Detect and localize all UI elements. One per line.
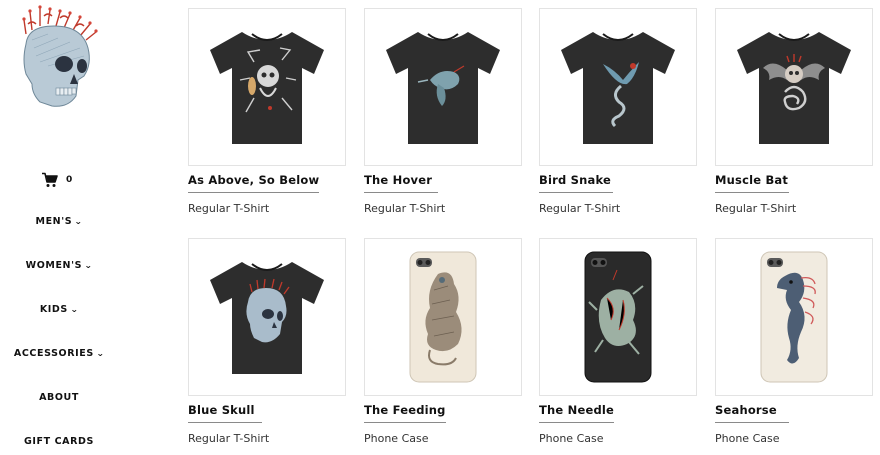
product-title[interactable]: The Feeding bbox=[364, 403, 446, 423]
product-title[interactable]: Seahorse bbox=[715, 403, 789, 423]
nav-label: WOMEN'S bbox=[25, 260, 83, 271]
nav-kids[interactable]: KIDS ⌄ bbox=[0, 304, 118, 315]
product-title[interactable]: Muscle Bat bbox=[715, 173, 789, 193]
product-title[interactable]: As Above, So Below bbox=[188, 173, 320, 193]
sidebar: 0 MEN'S ⌄ WOMEN'S ⌄ KIDS ⌄ ACCESSORIES ⌄… bbox=[0, 0, 150, 455]
product-type: Regular T-Shirt bbox=[188, 202, 270, 215]
product-type: Regular T-Shirt bbox=[364, 202, 446, 215]
nav-accessories[interactable]: ACCESSORIES ⌄ bbox=[0, 348, 118, 359]
chevron-down-icon: ⌄ bbox=[84, 261, 94, 270]
product-card[interactable]: As Above, So Below Regular T-Shirt bbox=[188, 8, 346, 215]
black-tshirt-skull-spider-art-icon bbox=[210, 32, 324, 144]
nav-mens[interactable]: MEN'S ⌄ bbox=[0, 216, 118, 227]
product-image[interactable] bbox=[364, 238, 522, 396]
black-tshirt-blue-skull-art-icon bbox=[210, 262, 324, 374]
cart-button[interactable]: 0 bbox=[42, 170, 72, 190]
chevron-down-icon: ⌄ bbox=[70, 305, 79, 314]
nav-label: ABOUT bbox=[39, 392, 79, 403]
product-image[interactable] bbox=[715, 238, 873, 396]
product-image[interactable] bbox=[188, 8, 346, 166]
nav-gift-cards[interactable]: GIFT CARDS bbox=[0, 436, 118, 447]
product-image[interactable] bbox=[715, 8, 873, 166]
black-tshirt-bird-snake-art-icon bbox=[561, 32, 675, 144]
cart-icon bbox=[42, 172, 58, 187]
product-image[interactable] bbox=[539, 238, 697, 396]
skull-logo-icon[interactable] bbox=[18, 4, 98, 110]
product-title[interactable]: The Hover bbox=[364, 173, 438, 193]
cream-phone-case-seahorse-art-icon bbox=[760, 251, 828, 383]
nav-label: KIDS bbox=[39, 304, 68, 315]
product-image[interactable] bbox=[188, 238, 346, 396]
product-image[interactable] bbox=[364, 8, 522, 166]
product-type: Regular T-Shirt bbox=[188, 432, 270, 445]
product-type: Regular T-Shirt bbox=[715, 202, 797, 215]
nav-womens[interactable]: WOMEN'S ⌄ bbox=[0, 260, 118, 271]
black-tshirt-winged-skull-art-icon bbox=[737, 32, 851, 144]
product-image[interactable] bbox=[539, 8, 697, 166]
black-tshirt-hummingbird-art-icon bbox=[386, 32, 500, 144]
nav-label: MEN'S bbox=[35, 216, 73, 227]
nav-label: GIFT CARDS bbox=[24, 436, 94, 447]
product-title[interactable]: Blue Skull bbox=[188, 403, 262, 423]
nav-about[interactable]: ABOUT bbox=[0, 392, 118, 403]
product-card[interactable]: Bird Snake Regular T-Shirt bbox=[539, 8, 697, 215]
nav-label: ACCESSORIES bbox=[13, 348, 94, 359]
product-title[interactable]: Bird Snake bbox=[539, 173, 613, 193]
product-card[interactable]: The Feeding Phone Case bbox=[364, 238, 522, 445]
cart-count: 0 bbox=[66, 175, 73, 185]
product-card[interactable]: Blue Skull Regular T-Shirt bbox=[188, 238, 346, 445]
product-card[interactable]: The Needle Phone Case bbox=[539, 238, 697, 445]
chevron-down-icon: ⌄ bbox=[74, 217, 84, 226]
black-phone-case-creature-art-icon bbox=[584, 251, 652, 383]
product-type: Phone Case bbox=[539, 432, 604, 445]
product-type: Phone Case bbox=[364, 432, 429, 445]
product-card[interactable]: Muscle Bat Regular T-Shirt bbox=[715, 8, 873, 215]
chevron-down-icon: ⌄ bbox=[96, 349, 105, 358]
product-card[interactable]: The Hover Regular T-Shirt bbox=[364, 8, 522, 215]
product-title[interactable]: The Needle bbox=[539, 403, 615, 423]
cream-phone-case-creature-art-icon bbox=[409, 251, 477, 383]
product-card[interactable]: Seahorse Phone Case bbox=[715, 238, 873, 445]
product-type: Phone Case bbox=[715, 432, 780, 445]
product-type: Regular T-Shirt bbox=[539, 202, 621, 215]
